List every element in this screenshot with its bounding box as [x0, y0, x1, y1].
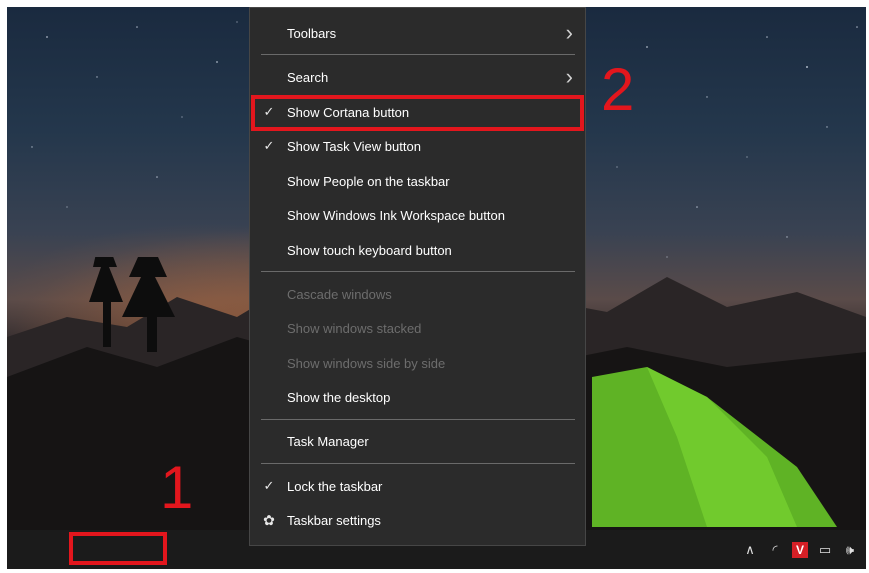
checkmark-icon: ✓: [263, 138, 275, 153]
chevron-right-icon: ›: [565, 20, 573, 45]
menu-item-label: Cascade windows: [287, 286, 392, 302]
system-tray: ∧ ◜ V ▭ 🕪: [742, 530, 858, 569]
gear-icon: ✿: [263, 511, 275, 528]
menu-item-label: Show People on the taskbar: [287, 173, 450, 189]
menu-item-label: Lock the taskbar: [287, 478, 383, 494]
menu-item-toolbars[interactable]: Toolbars ›: [250, 16, 585, 50]
menu-item-label: Show touch keyboard button: [287, 242, 452, 258]
menu-item-show-people[interactable]: Show People on the taskbar: [250, 164, 585, 198]
menu-separator: [261, 54, 575, 55]
menu-item-label: Task Manager: [287, 433, 369, 449]
menu-item-show-task-view-button[interactable]: ✓ Show Task View button: [250, 129, 585, 163]
menu-item-cascade-windows: Cascade windows: [250, 277, 585, 311]
network-icon[interactable]: ◜: [767, 542, 783, 558]
highlight-taskbar-empty-area: [69, 532, 167, 565]
menu-item-label: Show Windows Ink Workspace button: [287, 207, 505, 223]
chevron-up-icon[interactable]: ∧: [742, 542, 758, 558]
menu-item-show-desktop[interactable]: Show the desktop: [250, 380, 585, 414]
menu-separator: [261, 271, 575, 272]
menu-item-taskbar-settings[interactable]: ✿ Taskbar settings: [250, 503, 585, 537]
highlight-cortana-button: [251, 95, 584, 131]
menu-item-show-touch-keyboard[interactable]: Show touch keyboard button: [250, 233, 585, 267]
callout-number-1: 1: [160, 454, 194, 521]
menu-item-label: Show the desktop: [287, 389, 391, 405]
menu-item-label: Show windows stacked: [287, 320, 422, 336]
menu-item-label: Show Task View button: [287, 138, 421, 154]
menu-item-windows-side-by-side: Show windows side by side: [250, 346, 585, 380]
callout-number-2: 2: [601, 56, 635, 123]
menu-item-label: Show windows side by side: [287, 355, 446, 371]
volume-icon[interactable]: 🕪: [842, 542, 858, 558]
checkmark-icon: ✓: [263, 478, 275, 493]
app-icon[interactable]: V: [792, 541, 808, 558]
menu-item-task-manager[interactable]: Task Manager: [250, 424, 585, 458]
menu-item-lock-taskbar[interactable]: ✓ Lock the taskbar: [250, 469, 585, 503]
menu-item-label: Taskbar settings: [287, 512, 381, 528]
menu-item-label: Search: [287, 69, 329, 85]
menu-item-show-ink-workspace[interactable]: Show Windows Ink Workspace button: [250, 198, 585, 232]
battery-icon[interactable]: ▭: [817, 542, 833, 558]
menu-separator: [261, 419, 575, 420]
menu-item-label: Toolbars: [287, 25, 337, 41]
menu-item-search[interactable]: Search ›: [250, 60, 585, 94]
menu-separator: [261, 463, 575, 464]
chevron-right-icon: ›: [565, 64, 573, 89]
menu-item-windows-stacked: Show windows stacked: [250, 311, 585, 345]
taskbar-context-menu: Toolbars › Search › ✓ Show Cortana butto…: [249, 7, 586, 546]
